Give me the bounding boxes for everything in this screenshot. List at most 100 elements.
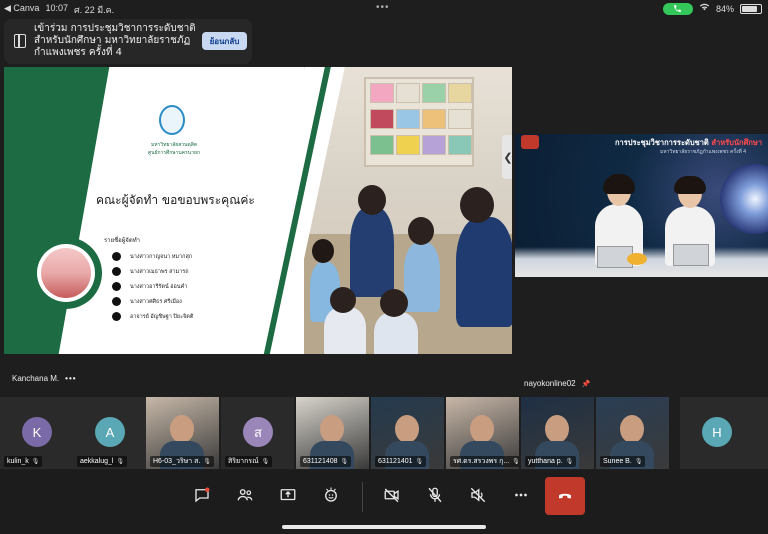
person bbox=[545, 415, 569, 443]
participants-button[interactable] bbox=[225, 480, 265, 510]
participant-tile[interactable]: รศ.ดร.สรวงพร กุ... 🎙 bbox=[446, 397, 519, 469]
participant-tile[interactable]: สสิริยากรณ์ 🎙 bbox=[221, 397, 294, 469]
banner-text: เข้าร่วม การประชุมวิชาการระดับชาติ สำหรั… bbox=[34, 23, 196, 58]
date: ศ. 22 มี.ค. bbox=[73, 5, 115, 15]
speaker-toggle-button[interactable] bbox=[458, 480, 498, 510]
participant-name: 631121408 🎙 bbox=[300, 456, 352, 467]
collapse-panel-button[interactable]: ❮ bbox=[502, 135, 512, 179]
chevron-left-icon: ❮ bbox=[503, 151, 512, 164]
list-item: นางสาวศศิธร ศรีเมือง bbox=[112, 294, 193, 309]
participant-name: yutthana p. 🎙 bbox=[525, 456, 577, 467]
chat-icon bbox=[195, 487, 210, 503]
person bbox=[395, 415, 419, 443]
microphone-toggle-button[interactable] bbox=[415, 480, 455, 510]
home-indicator bbox=[282, 525, 486, 529]
call-pill[interactable] bbox=[662, 2, 693, 15]
participant-tile[interactable]: Sunee B. 🎙 bbox=[596, 397, 669, 469]
person bbox=[170, 415, 194, 443]
participant-name-text: yutthana p. bbox=[528, 458, 563, 465]
mic-off-icon bbox=[428, 487, 442, 503]
mic-muted-icon: 🎙 bbox=[415, 459, 424, 465]
avatar: K bbox=[22, 417, 52, 447]
participant-tile[interactable]: Kkulin_k 🎙 bbox=[0, 397, 73, 469]
mic-muted-icon: 🎙 bbox=[340, 459, 349, 465]
participant-strip[interactable]: Kkulin_k 🎙 Aaekkalug_l 🎙 H6-03_วริษา ส. 🎙 สสิร… bbox=[0, 397, 768, 469]
logo-caption-1: มหาวิทยาลัยสวนดุสิต bbox=[150, 142, 198, 148]
share-screen-icon bbox=[280, 489, 296, 501]
participant-name-text: รศ.ดร.สรวงพร กุ... bbox=[453, 458, 510, 465]
participant-name: kulin_k 🎙 bbox=[4, 456, 43, 467]
mic-muted-icon: 🎙 bbox=[261, 459, 270, 465]
person bbox=[603, 174, 635, 194]
participant-name-text: H6-03_วริษา ส. bbox=[153, 458, 201, 465]
list-item: อาจารย์ อัญชิษฐา ปิยะจิตติ bbox=[112, 309, 193, 324]
participant-name-text: Sunee B. bbox=[603, 458, 632, 465]
participant-name: aekkalug_l 🎙 bbox=[77, 456, 128, 467]
share-screen-button[interactable] bbox=[268, 480, 308, 510]
participant-name: H6-03_วริษา ส. 🎙 bbox=[150, 456, 214, 467]
wifi-icon bbox=[699, 2, 710, 15]
participant-name-text: 631121408 bbox=[303, 458, 338, 465]
slide-heading: คณะผู้จัดทำ ขอขอบพระคุณค่ะ bbox=[96, 193, 255, 207]
people-icon bbox=[237, 489, 253, 501]
slide-green-band bbox=[4, 67, 110, 354]
list-item: นางสาวเมธาพร สามารถ bbox=[112, 264, 193, 279]
person bbox=[620, 415, 644, 443]
participant-tile[interactable]: H bbox=[680, 397, 768, 469]
participant-tile[interactable]: yutthana p. 🎙 bbox=[521, 397, 594, 469]
avatar: ส bbox=[243, 417, 273, 447]
speaker-name-tag: nayokonline02 📌 bbox=[524, 379, 590, 388]
speaker-banner-subtitle: มหาวิทยาลัยราชภัฏกำแพงเพชร ครั้งที่ 4 bbox=[660, 149, 746, 155]
participant-name: 631121401 🎙 bbox=[375, 456, 427, 467]
reactions-button[interactable] bbox=[311, 480, 351, 510]
battery-percent: 84% bbox=[715, 3, 734, 14]
university-logo bbox=[159, 105, 185, 135]
reaction-icon bbox=[325, 487, 337, 502]
mic-muted-icon: 🎙 bbox=[512, 459, 519, 465]
flowers bbox=[627, 253, 647, 265]
chat-button[interactable] bbox=[182, 480, 222, 510]
return-button[interactable]: ย้อนกลับ bbox=[202, 32, 247, 50]
participant-tile[interactable]: 631121401 🎙 bbox=[371, 397, 444, 469]
participant-name: Sunee B. 🎙 bbox=[600, 456, 646, 467]
avatar: A bbox=[95, 417, 125, 447]
mic-muted-icon: 🎙 bbox=[565, 459, 574, 465]
logo-caption-2: ศูนย์การศึกษานครนายก bbox=[148, 150, 200, 156]
participant-name-text: สิริยากรณ์ bbox=[228, 458, 259, 465]
participant-name-text: kulin_k bbox=[7, 458, 29, 465]
hang-up-icon bbox=[559, 493, 571, 499]
participant-name: รศ.ดร.สรวงพร กุ... 🎙 bbox=[450, 456, 519, 467]
group-photo bbox=[41, 248, 91, 298]
meeting-window: ◀ Canva 10:07 ศ. 22 มี.ค. ••• 84% มหาวิท… bbox=[0, 0, 768, 534]
list-item: นางสาวกาญจนา หมากสุก bbox=[112, 249, 193, 264]
battery-icon bbox=[740, 3, 762, 14]
person bbox=[470, 415, 494, 443]
shared-screen[interactable]: มหาวิทยาลัยสวนดุสิต ศูนย์การศึกษานครนายก… bbox=[4, 67, 512, 354]
presenter-name-tag: Kanchana M. ••• bbox=[12, 374, 77, 383]
phone-icon bbox=[674, 5, 682, 12]
participant-tile[interactable]: Aaekkalug_l 🎙 bbox=[73, 397, 146, 469]
mic-muted-icon: 🎙 bbox=[634, 459, 643, 465]
person bbox=[674, 176, 706, 194]
toolbar-divider bbox=[362, 482, 363, 512]
end-call-button[interactable] bbox=[545, 477, 585, 515]
meeting-banner: เข้าร่วม การประชุมวิชาการระดับชาติ สำหรั… bbox=[4, 19, 252, 64]
back-to-app-link[interactable]: ◀ Canva bbox=[4, 3, 39, 17]
pin-icon: 📌 bbox=[581, 380, 591, 388]
more-options-icon[interactable]: ••• bbox=[65, 374, 76, 383]
participant-tile[interactable]: 631121408 🎙 bbox=[296, 397, 369, 469]
conference-logo bbox=[521, 135, 539, 149]
participant-tile[interactable]: H6-03_วริษา ส. 🎙 bbox=[146, 397, 219, 469]
person bbox=[320, 415, 344, 443]
participant-name-text: 631121401 bbox=[378, 458, 413, 465]
list-item: นางสาวอารีรัตน์ อ่อนคำ bbox=[112, 279, 193, 294]
laptop bbox=[673, 244, 709, 266]
clock: 10:07 bbox=[45, 3, 68, 13]
camera-toggle-button[interactable] bbox=[372, 480, 412, 510]
speaker-video[interactable]: การประชุมวิชาการระดับชาติ สำหรับนักศึกษา… bbox=[515, 134, 768, 277]
member-list-title: รายชื่อผู้จัดทำ bbox=[104, 238, 141, 244]
more-button[interactable] bbox=[501, 480, 541, 510]
more-icon bbox=[515, 493, 527, 497]
multitask-dots[interactable]: ••• bbox=[376, 2, 390, 13]
avatar: H bbox=[702, 417, 732, 447]
